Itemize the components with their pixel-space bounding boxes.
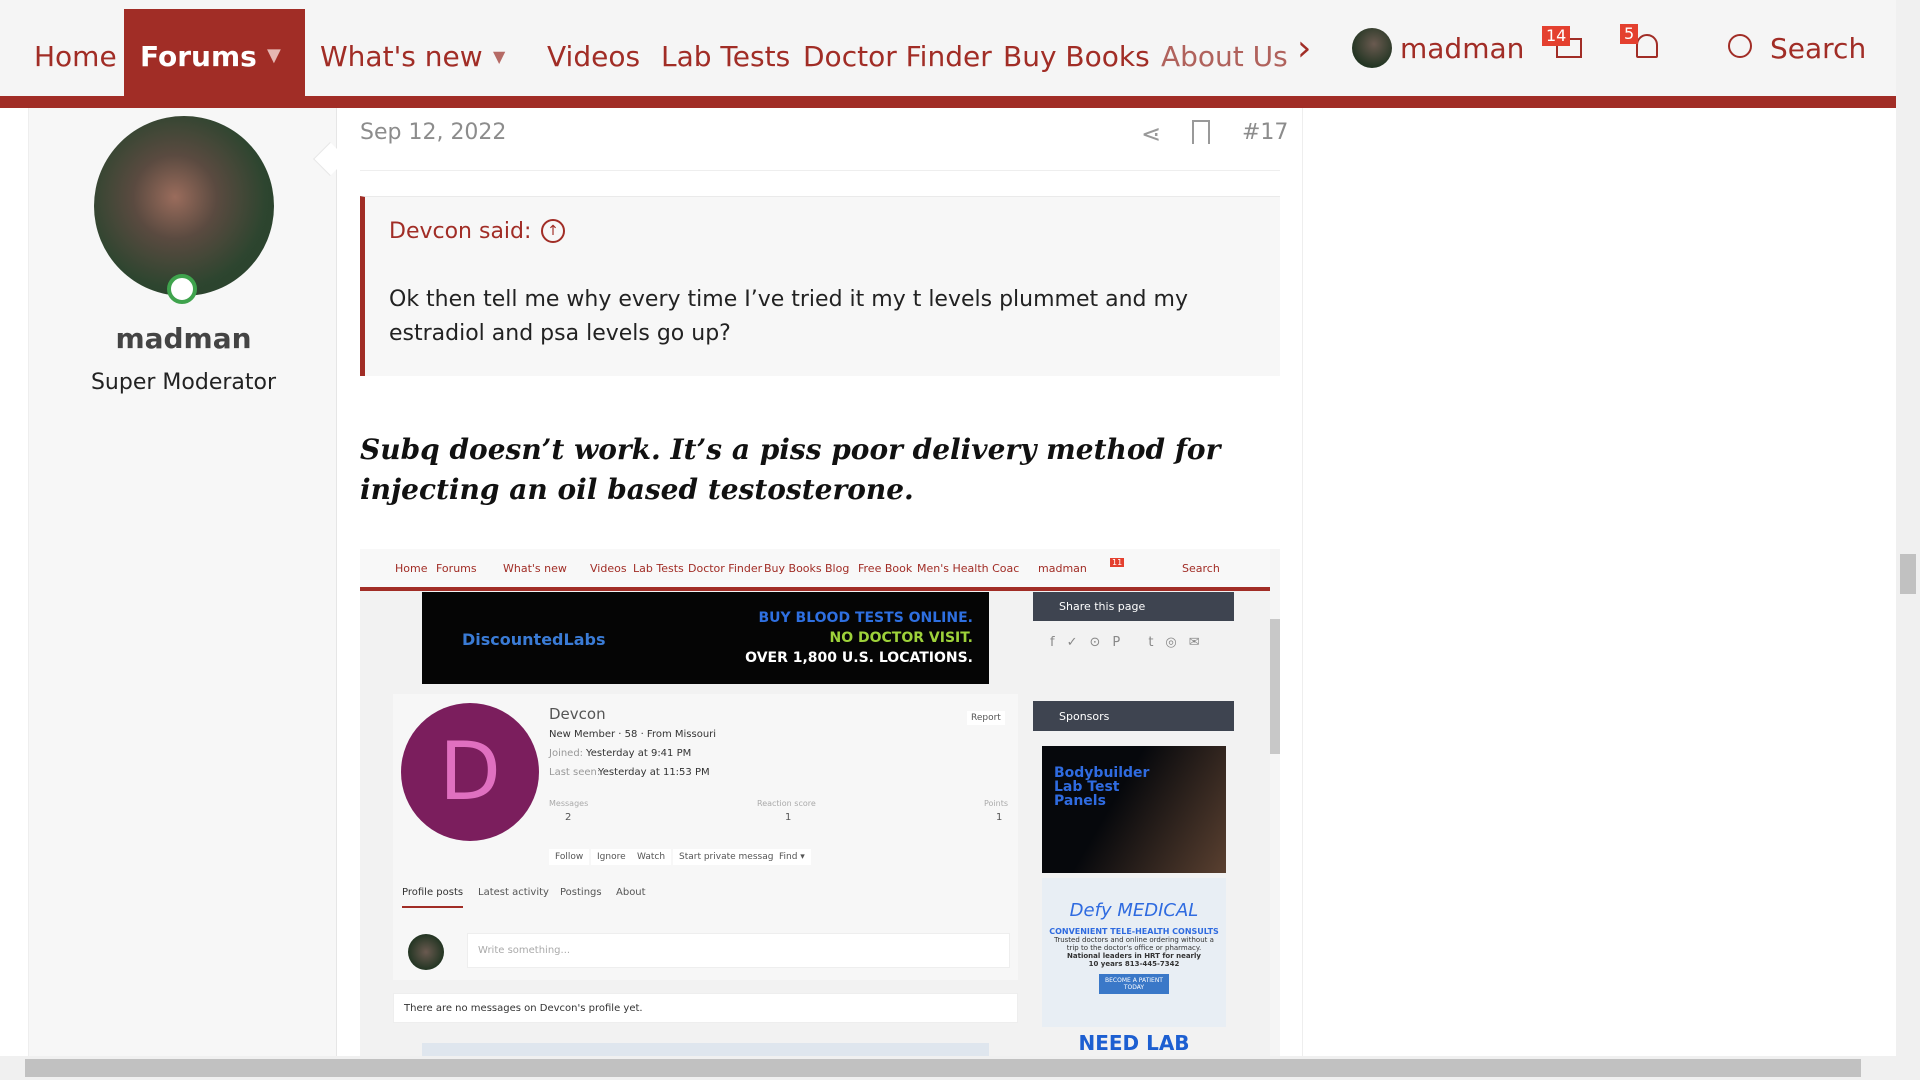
emb-ad1-text: Bodybuilder Lab Test Panels [1054,765,1150,809]
emb-username: madman [1038,562,1087,575]
emb-nav-item: Men's Health Coac [917,562,1020,575]
online-status-icon [167,274,197,304]
emb-stat-label: Points [984,799,1009,808]
emb-button: Follow [549,849,590,865]
vertical-scrollbar[interactable] [1896,0,1920,1056]
post-date[interactable]: Sep 12, 2022 [360,120,506,145]
emb-banner-line: BUY BLOOD TESTS ONLINE. [758,610,974,626]
vertical-scroll-thumb[interactable] [1900,554,1916,594]
post-number[interactable]: #17 [1242,120,1288,145]
user-avatar[interactable] [1352,28,1392,68]
post-author-panel: madman Super Moderator [28,108,337,1056]
nav-doctor-finder[interactable]: Doctor Finder [803,40,992,73]
inbox-badge: 14 [1542,26,1571,46]
emb-ad3: NEED LAB TESTS? [1078,1031,1190,1056]
author-avatar[interactable] [94,116,274,296]
emb-ad2-cta: BECOME A PATIENT TODAY [1099,974,1169,994]
quote-text: Ok then tell me why every time I’ve trie… [389,287,1188,346]
author-name[interactable]: madman [29,322,338,355]
emb-nav-item: Doctor Finder [688,562,763,575]
emb-button: Find ▾ [773,849,811,865]
horizontal-scroll-thumb[interactable] [25,1059,1861,1077]
emb-scrollbar [1270,549,1280,1056]
emb-tab: Latest activity [478,887,549,898]
emb-profile-avatar: D [401,703,539,841]
share-icon[interactable]: ⋖ [1141,120,1161,148]
inbox-button[interactable]: 14 [1542,26,1588,66]
emb-nav-item: Lab Tests [633,562,684,575]
nav-home[interactable]: Home [34,40,117,73]
emb-share-icons: f✓⊙P t◎✉ [1050,635,1212,650]
emb-tab: About [616,887,646,898]
embedded-screenshot: Home Forums What's new Videos Lab Tests … [360,549,1280,1056]
caret-down-icon[interactable]: ▼ [267,45,281,66]
emb-joined-label: Joined: [549,748,584,759]
emb-nav-item: Buy Books [764,562,822,575]
emb-banner-line: OVER 1,800 U.S. LOCATIONS. [745,650,973,666]
quote-author[interactable]: Devcon said: [389,219,531,244]
arrow-up-circle-icon[interactable]: ↑ [541,219,565,243]
emb-avatar [408,934,444,970]
author-title: Super Moderator [90,370,277,395]
post-body: Subq doesn’t work. It’s a piss poor deli… [360,433,1221,506]
emb-profile-meta: New Member · 58 · From Missouri [549,729,717,740]
alerts-button[interactable]: 5 [1620,24,1666,66]
emb-ad2-brand: Defy MEDICAL [1069,900,1199,921]
emb-stat-value: 1 [785,812,792,823]
bookmark-icon[interactable] [1192,120,1210,144]
top-navigation: Home Forums ▼ What's new ▼ Videos Lab Te… [0,0,1896,96]
emb-nav-item: Home [395,562,428,575]
search-label: Search [1770,32,1867,65]
emb-write-input: Write something... [467,933,1010,968]
emb-stat-label: Reaction score [757,799,816,808]
chevron-right-icon[interactable]: › [1297,28,1311,69]
emb-button: Watch [631,849,672,865]
horizontal-scrollbar[interactable] [0,1056,1920,1080]
nav-about-us[interactable]: About Us [1161,40,1288,73]
search-icon [1728,34,1752,58]
nav-accent-bar [0,96,1896,108]
alerts-badge: 5 [1620,24,1639,44]
bell-icon [1636,34,1658,58]
nav-whats-new[interactable]: What's new [320,40,483,73]
emb-ad2-headline: CONVENIENT TELE-HEALTH CONSULTS [1049,927,1219,936]
nav-username[interactable]: madman [1400,32,1524,65]
emb-ad2-text: Trusted doctors and online ordering with… [1054,936,1214,952]
emb-nav-item: Videos [590,562,627,575]
emb-ad-bodybuilder: Bodybuilder Lab Test Panels [1042,746,1226,873]
emb-tab: Profile posts [402,887,464,908]
quote-block: Devcon said: ↑ Ok then tell me why every… [360,196,1280,376]
emb-stat-label: Messages [549,799,589,808]
nav-forums-active[interactable]: Forums ▼ [124,9,305,96]
emb-ad-defy: Defy MEDICAL CONVENIENT TELE-HEALTH CONS… [1042,878,1226,1027]
emb-nav-item: What's new [503,562,567,575]
emb-search: Search [1182,562,1220,575]
emb-button: Start private message [673,849,785,865]
emb-stat-value: 2 [565,812,572,823]
caret-down-icon[interactable]: ▼ [493,47,505,66]
emb-nav-item: Free Book [858,562,913,575]
emb-inbox-badge: 11 [1110,558,1125,567]
nav-videos[interactable]: Videos [547,40,640,73]
emb-profile-name: Devcon [549,705,606,723]
nav-lab-tests[interactable]: Lab Tests [661,40,790,73]
emb-joined: Yesterday at 9:41 PM [586,748,692,759]
nav-buy-books[interactable]: Buy Books [1003,40,1150,73]
emb-seen-label: Last seen: [549,767,601,778]
emb-button: Ignore [591,849,632,865]
emb-banner-brand: DiscountedLabs [462,630,606,649]
emb-report: Report [967,711,1005,725]
emb-share-header: Share this page [1033,592,1234,621]
emb-nav-item: Forums [436,562,477,575]
emb-banner-line: NO DOCTOR VISIT. [829,630,973,646]
emb-sponsors-header: Sponsors [1033,701,1234,731]
nav-forums-label: Forums [140,40,257,73]
emb-empty-message: There are no messages on Devcon's profil… [393,993,1018,1023]
emb-ad2-text2: National leaders in HRT for nearly 10 ye… [1067,952,1201,968]
emb-nav-item: Blog [825,562,850,575]
emb-stat-value: 1 [996,812,1003,823]
emb-seen: Yesterday at 11:53 PM [598,767,710,778]
emb-tab: Postings [560,887,602,898]
emb-banner-ad: DiscountedLabs BUY BLOOD TESTS ONLINE. N… [422,592,989,684]
